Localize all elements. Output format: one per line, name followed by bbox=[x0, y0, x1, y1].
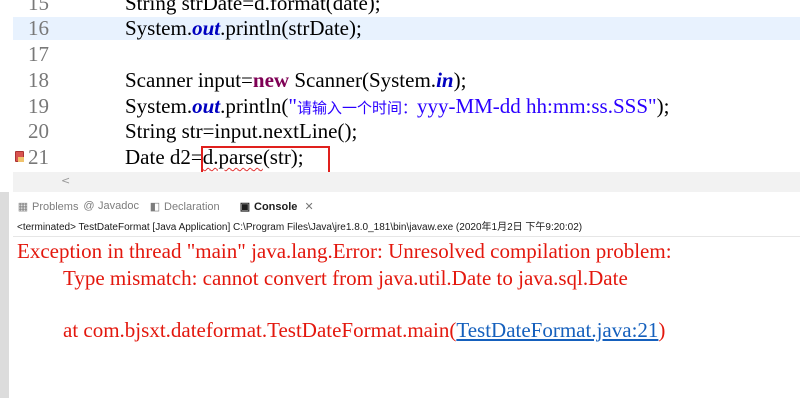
code-line-20[interactable]: 20 String str=input.nextLine(); bbox=[13, 120, 800, 143]
code-text: Scanner input=new Scanner(System.in); bbox=[125, 68, 467, 92]
error-marker-icon[interactable] bbox=[15, 151, 24, 162]
line-number: 16 bbox=[28, 16, 49, 40]
console-error-line: Type mismatch: cannot convert from java.… bbox=[63, 266, 628, 290]
console-error-line: Exception in thread "main" java.lang.Err… bbox=[17, 239, 677, 263]
scroll-left-icon[interactable]: < bbox=[61, 174, 70, 187]
tab-label: Problems bbox=[32, 201, 79, 213]
tab-label: Javadoc bbox=[98, 200, 139, 212]
code-editor[interactable]: 15 String strDate=d.format(date); 16 Sys… bbox=[0, 0, 800, 192]
tab-declaration[interactable]: ◧ Declaration bbox=[149, 200, 220, 213]
tab-label: Console bbox=[254, 201, 298, 213]
code-line-15[interactable]: 15 String strDate=d.format(date); bbox=[13, 0, 800, 15]
console-process-path: <terminated> TestDateFormat [Java Applic… bbox=[13, 219, 800, 237]
javadoc-icon: @ bbox=[83, 200, 95, 212]
line-number: 20 bbox=[28, 119, 49, 143]
tab-label: Declaration bbox=[164, 201, 220, 213]
code-text: String str=input.nextLine(); bbox=[125, 119, 358, 143]
code-line-17[interactable]: 17 bbox=[13, 43, 800, 66]
tab-console[interactable]: ▣ Console ✕ bbox=[239, 200, 314, 213]
code-line-21[interactable]: 21 Date d2=d.parse(str); bbox=[13, 146, 800, 169]
code-text: String strDate=d.format(date); bbox=[125, 0, 381, 15]
line-number: 19 bbox=[28, 94, 49, 118]
code-text: System.out.println("请输入一个时间：yyy-MM-dd hh… bbox=[125, 94, 670, 118]
code-text: System.out.println(strDate); bbox=[125, 16, 362, 40]
tab-javadoc[interactable]: @ Javadoc bbox=[83, 200, 139, 212]
close-icon[interactable]: ✕ bbox=[304, 201, 313, 213]
problems-icon: ▦ bbox=[17, 201, 29, 213]
views-tab-bar: ▦ Problems @ Javadoc ◧ Declaration ▣ Console… bbox=[13, 196, 800, 218]
console-output[interactable]: Exception in thread "main" java.lang.Err… bbox=[13, 237, 800, 398]
code-line-16[interactable]: 16 System.out.println(strDate); bbox=[13, 17, 800, 40]
code-line-19[interactable]: 19 System.out.println("请输入一个时间：yyy-MM-dd… bbox=[13, 95, 800, 118]
code-line-18[interactable]: 18 Scanner input=new Scanner(System.in); bbox=[13, 69, 800, 92]
line-number: 15 bbox=[28, 0, 49, 15]
line-number: 17 bbox=[28, 42, 49, 66]
horizontal-scrollbar[interactable]: < bbox=[13, 172, 800, 192]
console-icon: ▣ bbox=[239, 201, 251, 213]
line-number: 18 bbox=[28, 68, 49, 92]
console-stack-line: at com.bjsxt.dateformat.TestDateFormat.m… bbox=[63, 318, 666, 342]
tab-problems[interactable]: ▦ Problems bbox=[17, 200, 79, 213]
declaration-icon: ◧ bbox=[149, 201, 161, 213]
stacktrace-link[interactable]: TestDateFormat.java:21 bbox=[456, 318, 658, 342]
